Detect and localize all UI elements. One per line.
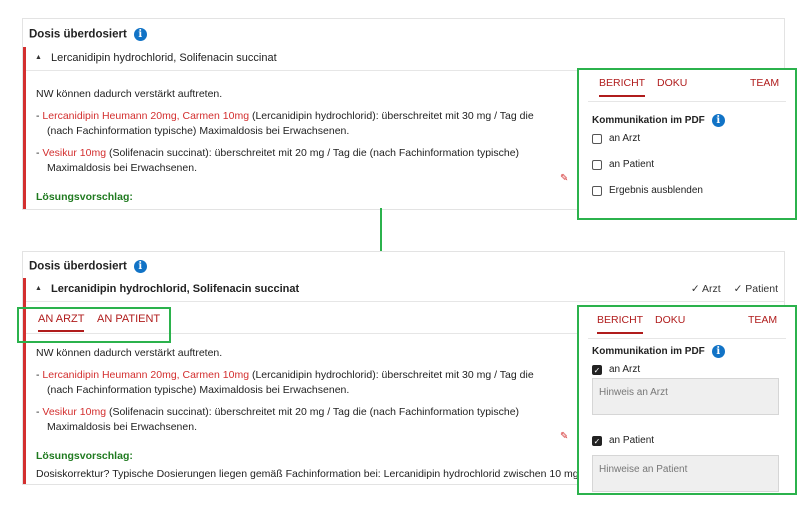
panel-title: Dosis überdosiert i xyxy=(29,28,147,41)
drug-link[interactable]: Lercanidipin Heumann 20mg, Carmen 10mg xyxy=(42,369,249,381)
info-icon[interactable]: i xyxy=(133,28,147,41)
bullet-item: - Vesikur 10mg (Solifenacin succinat): ü… xyxy=(36,405,561,435)
pencil-icon[interactable]: ✎ xyxy=(560,431,568,442)
panel-title-text: Dosis überdosiert xyxy=(29,260,127,273)
problem-content: NW können dadurch verstärkt auftreten. -… xyxy=(36,346,579,482)
caret-up-icon[interactable]: ▲ xyxy=(35,54,42,61)
intro-text: NW können dadurch verstärkt auftreten. xyxy=(36,347,223,359)
solution-heading: Lösungsvorschlag: xyxy=(36,191,133,203)
problem-content: NW können dadurch verstärkt auftreten. -… xyxy=(36,87,561,205)
transition-arrow xyxy=(380,208,382,254)
solution-text: Dosiskorrektur? Typische Dosierungen lie… xyxy=(36,468,579,480)
highlight-box-recipient-tabs xyxy=(17,307,171,343)
drug-link[interactable]: Vesikur 10mg xyxy=(42,406,106,418)
panel-title-text: Dosis überdosiert xyxy=(29,28,127,41)
solution-heading: Lösungsvorschlag: xyxy=(36,450,133,462)
intro-text: NW können dadurch verstärkt auftreten. xyxy=(36,88,223,100)
panel-title: Dosis überdosiert i xyxy=(29,260,147,273)
caret-up-icon[interactable]: ▲ xyxy=(35,285,42,292)
highlight-box-top-sidebar xyxy=(577,68,797,220)
drug-link[interactable]: Lercanidipin Heumann 20mg, Carmen 10mg xyxy=(42,110,249,122)
highlight-box-bottom-sidebar xyxy=(577,305,797,495)
status-arzt: ✓ Arzt xyxy=(690,283,721,295)
drug-title: Lercanidipin hydrochlorid, Solifenacin s… xyxy=(51,52,277,64)
bullet-item: - Vesikur 10mg (Solifenacin succinat): ü… xyxy=(36,146,561,176)
bullet-item: - Lercanidipin Heumann 20mg, Carmen 10mg… xyxy=(36,368,561,398)
problem-header[interactable]: ▲ Lercanidipin hydrochlorid, Solifenacin… xyxy=(26,278,784,302)
bullet-item: - Lercanidipin Heumann 20mg, Carmen 10mg… xyxy=(36,109,561,139)
status-patient: ✓ Patient xyxy=(733,283,778,295)
bullet-text: (Solifenacin succinat): überschreitet mi… xyxy=(47,147,520,174)
status-checks: ✓ Arzt ✓ Patient xyxy=(681,283,778,295)
drug-title: Lercanidipin hydrochlorid, Solifenacin s… xyxy=(51,283,300,295)
info-icon[interactable]: i xyxy=(133,260,147,273)
pencil-icon[interactable]: ✎ xyxy=(560,173,568,184)
bullet-text: (Solifenacin succinat): überschreitet mi… xyxy=(47,406,520,433)
drug-link[interactable]: Vesikur 10mg xyxy=(42,147,106,159)
